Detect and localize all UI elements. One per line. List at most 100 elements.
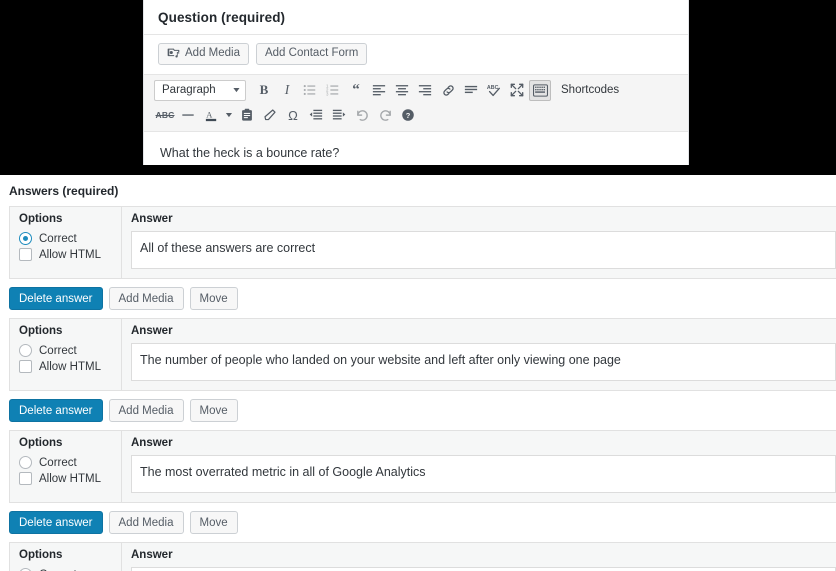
chevron-down-icon: ▼ xyxy=(231,86,242,94)
answer-column-header: Answer xyxy=(131,213,173,225)
answers-section-title: Answers (required) xyxy=(9,184,119,198)
add-contact-form-button[interactable]: Add Contact Form xyxy=(255,43,368,65)
answer-column-header: Answer xyxy=(131,549,173,561)
answer-add-media-button[interactable]: Add Media xyxy=(108,399,184,422)
fullscreen-icon[interactable] xyxy=(506,80,528,101)
special-character-icon[interactable]: Ω xyxy=(282,105,304,126)
answer-column-header: Answer xyxy=(131,325,173,337)
align-center-icon[interactable] xyxy=(391,80,413,101)
indent-icon[interactable] xyxy=(328,105,350,126)
options-column-header: Options xyxy=(19,437,63,449)
strikethrough-icon[interactable]: ABC xyxy=(154,105,176,126)
answer-block: Options Correct Allow HTML Answer A metr… xyxy=(0,542,836,571)
answer-input[interactable]: The number of people who landed on your … xyxy=(131,343,836,381)
answer-options-column: Options Correct Allow HTML xyxy=(9,543,122,571)
allow-html-option-row[interactable]: Allow HTML xyxy=(10,247,121,263)
paste-as-text-icon[interactable] xyxy=(236,105,258,126)
answer-block: Options Correct Allow HTML Answer The mo… xyxy=(0,430,836,542)
numbered-list-icon[interactable]: 1 2 3 xyxy=(322,80,344,101)
align-right-icon[interactable] xyxy=(414,80,436,101)
answer-button-row: Delete answer Add Media Move xyxy=(0,391,836,430)
add-media-label: Add Media xyxy=(185,47,240,60)
correct-label: Correct xyxy=(39,344,77,357)
italic-icon[interactable]: I xyxy=(276,80,298,101)
answer-input[interactable]: A metric that is voted <em>most likely t… xyxy=(131,567,836,571)
move-answer-button[interactable]: Move xyxy=(189,511,238,534)
editor-toolbar-row-1: Paragraph ▼ B I 1 2 3 “ ABC Shortcodes xyxy=(154,79,680,101)
answer-table: Options Correct Allow HTML Answer The nu… xyxy=(9,318,836,391)
format-select[interactable]: Paragraph ▼ xyxy=(154,79,246,101)
allow-html-checkbox[interactable] xyxy=(19,472,32,485)
answer-add-media-button[interactable]: Add Media xyxy=(108,511,184,534)
answer-text-column: Answer A metric that is voted <em>most l… xyxy=(122,543,836,571)
answer-options-column: Options Correct Allow HTML xyxy=(9,431,122,502)
answer-input[interactable]: The most overrated metric in all of Goog… xyxy=(131,455,836,493)
horizontal-rule-icon[interactable] xyxy=(177,105,199,126)
correct-radio[interactable] xyxy=(19,232,32,245)
undo-icon[interactable] xyxy=(351,105,373,126)
add-media-button[interactable]: Add Media xyxy=(158,43,249,65)
answer-table: Options Correct Allow HTML Answer The mo… xyxy=(9,430,836,503)
allow-html-option-row[interactable]: Allow HTML xyxy=(10,471,121,487)
correct-option-row[interactable]: Correct xyxy=(10,231,121,247)
editor-paragraph: What the heck is a bounce rate? xyxy=(160,146,340,160)
options-column-header: Options xyxy=(19,549,63,561)
outdent-icon[interactable] xyxy=(305,105,327,126)
correct-label: Correct xyxy=(39,232,77,245)
media-buttons-bar: Add Media Add Contact Form xyxy=(144,35,688,75)
allow-html-option-row[interactable]: Allow HTML xyxy=(10,359,121,375)
answer-input[interactable]: All of these answers are correct xyxy=(131,231,836,269)
correct-radio[interactable] xyxy=(19,344,32,357)
correct-option-row[interactable]: Correct xyxy=(10,567,121,571)
bold-icon[interactable]: B xyxy=(253,80,275,101)
answer-block: Options Correct Allow HTML Answer The nu… xyxy=(0,318,836,430)
align-left-icon[interactable] xyxy=(368,80,390,101)
answer-table: Options Correct Allow HTML Answer A metr… xyxy=(9,542,836,571)
move-answer-button[interactable]: Move xyxy=(189,399,238,422)
correct-option-row[interactable]: Correct xyxy=(10,343,121,359)
spellcheck-icon[interactable]: ABC xyxy=(483,80,505,101)
allow-html-label: Allow HTML xyxy=(39,248,101,261)
allow-html-label: Allow HTML xyxy=(39,472,101,485)
answer-button-row: Delete answer Add Media Move xyxy=(0,503,836,542)
delete-answer-button[interactable]: Delete answer xyxy=(9,399,103,422)
redo-icon[interactable] xyxy=(374,105,396,126)
read-more-icon[interactable] xyxy=(460,80,482,101)
question-panel-title: Question (required) xyxy=(144,0,688,35)
allow-html-checkbox[interactable] xyxy=(19,248,32,261)
clear-formatting-icon[interactable] xyxy=(259,105,281,126)
answer-text-column: Answer The number of people who landed o… xyxy=(122,319,836,390)
keyboard-shortcuts-icon[interactable]: ? xyxy=(397,105,419,126)
text-color-dropdown-icon[interactable]: ▼ xyxy=(220,105,238,126)
answer-add-media-button[interactable]: Add Media xyxy=(108,287,184,310)
answer-text-column: Answer All of these answers are correct xyxy=(122,207,836,278)
allow-html-checkbox[interactable] xyxy=(19,360,32,373)
text-color-icon[interactable]: A xyxy=(200,105,222,126)
delete-answer-button[interactable]: Delete answer xyxy=(9,287,103,310)
format-select-value: Paragraph xyxy=(162,84,216,96)
bulleted-list-icon[interactable] xyxy=(299,80,321,101)
question-editor-panel: Question (required) Add Media Add Contac… xyxy=(143,0,689,165)
move-answer-button[interactable]: Move xyxy=(189,287,238,310)
insert-link-icon[interactable] xyxy=(437,80,459,101)
options-column-header: Options xyxy=(19,325,63,337)
svg-text:3: 3 xyxy=(326,91,329,96)
shortcodes-label: Shortcodes xyxy=(561,84,620,96)
blockquote-icon[interactable]: “ xyxy=(345,80,367,101)
allow-html-label: Allow HTML xyxy=(39,360,101,373)
backdrop-top: Question (required) Add Media Add Contac… xyxy=(0,0,836,175)
correct-radio[interactable] xyxy=(19,456,32,469)
editor-content-area[interactable]: What the heck is a bounce rate? xyxy=(144,132,688,165)
svg-text:A: A xyxy=(206,109,213,119)
toolbar-toggle-icon[interactable] xyxy=(529,79,551,101)
correct-label: Correct xyxy=(39,456,77,469)
add-contact-form-label: Add Contact Form xyxy=(264,47,359,60)
answer-text-column: Answer The most overrated metric in all … xyxy=(122,431,836,502)
screenshot-root: Question (required) Add Media Add Contac… xyxy=(0,0,836,571)
answer-table: Options Correct Allow HTML Answer All of… xyxy=(9,206,836,279)
delete-answer-button[interactable]: Delete answer xyxy=(9,511,103,534)
add-media-icon xyxy=(167,46,180,63)
answer-column-header: Answer xyxy=(131,437,173,449)
correct-option-row[interactable]: Correct xyxy=(10,455,121,471)
editor-toolbar: Paragraph ▼ B I 1 2 3 “ ABC Shortcodes A… xyxy=(144,75,688,132)
